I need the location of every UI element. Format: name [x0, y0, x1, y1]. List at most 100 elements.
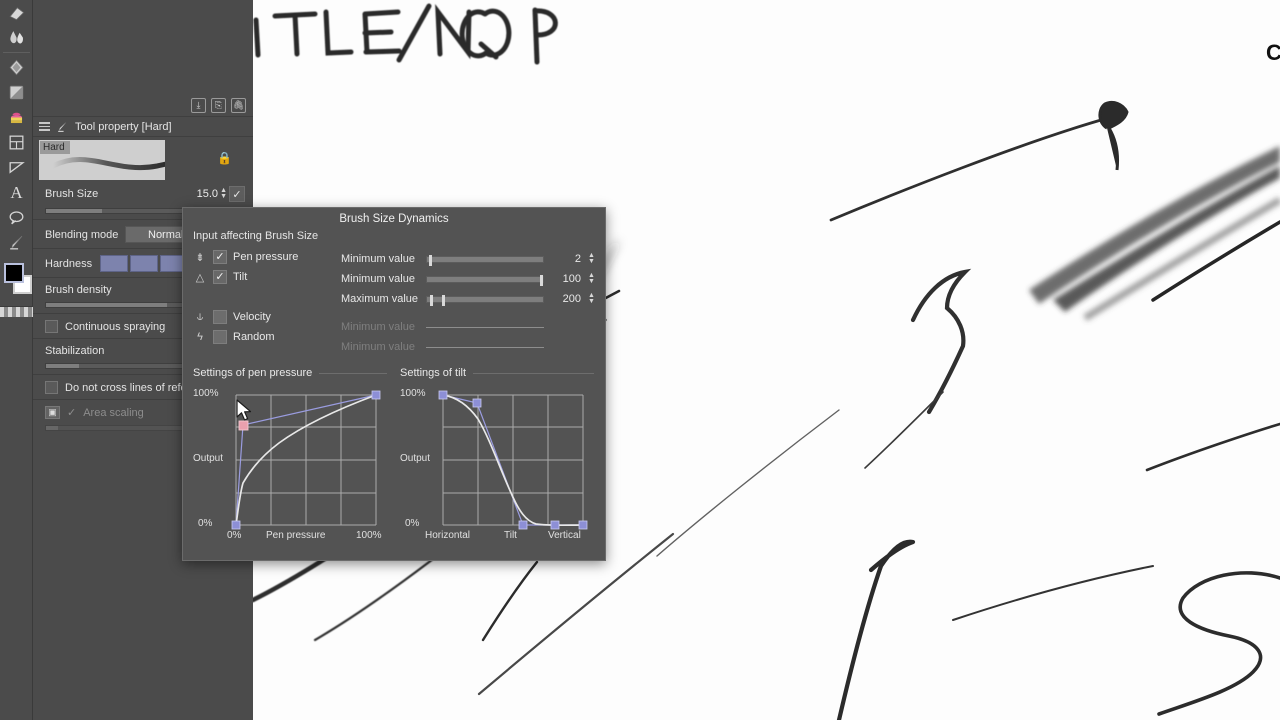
- pen-pressure-graph-title-text: Settings of pen pressure: [193, 367, 313, 379]
- blend-glyph: [10, 31, 23, 44]
- input-row-pen-pressure[interactable]: ⇟ ✓ Pen pressure: [193, 247, 341, 267]
- pen-pressure-ymin-tick: 0%: [198, 518, 213, 529]
- area-scaling-slider[interactable]: [45, 425, 195, 431]
- paperclip-icon[interactable]: 🖇: [231, 98, 246, 113]
- blending-mode-value: Normal: [148, 228, 184, 241]
- tool-palette[interactable]: A: [0, 0, 33, 720]
- pen-pressure-plot-wrap[interactable]: 100% Output 0% 0% Pen pressure 100%: [193, 383, 387, 541]
- tilt-graph[interactable]: Settings of tilt 100% Output 0% Horizont…: [400, 367, 594, 541]
- class101-watermark: CLASS101: [1266, 40, 1280, 65]
- brush-density-slider[interactable]: [45, 302, 195, 308]
- tilt-min-slider[interactable]: [426, 274, 544, 286]
- app-window: CLASS101: [0, 0, 1280, 720]
- area-scaling-expand-icon[interactable]: ▣: [45, 406, 60, 419]
- brush-size-slider[interactable]: [45, 208, 195, 214]
- pen-pressure-graph[interactable]: Settings of pen pressure 100% Output 0% …: [193, 367, 387, 541]
- frame-border-icon[interactable]: [0, 130, 33, 155]
- ruler-glyph: [9, 162, 25, 174]
- ruler-icon[interactable]: [0, 155, 33, 180]
- lock-icon[interactable]: 🔒: [217, 152, 232, 165]
- gradient-icon[interactable]: [0, 55, 33, 80]
- velocity-label: Velocity: [233, 311, 271, 323]
- brush-preview[interactable]: Hard 🔒: [39, 140, 235, 180]
- tilt-checkbox[interactable]: ✓: [213, 270, 227, 284]
- value-slider-column: Minimum value 2 ▲ ▼ Minimum value 100 ▲ …: [341, 230, 595, 357]
- eraser-icon[interactable]: [0, 0, 33, 25]
- toolbar-divider: [3, 52, 30, 53]
- input-section-header: Input affecting Brush Size: [193, 230, 341, 242]
- value-row-tilt-max[interactable]: Maximum value 200 ▲ ▼: [341, 289, 595, 309]
- fill-glyph: [9, 85, 24, 100]
- tilt-xtick-vertical: Vertical: [548, 530, 581, 541]
- input-row-random[interactable]: ϟ Random: [193, 327, 341, 347]
- tilt-ylabel: Output: [400, 453, 431, 464]
- panel-menu-icon[interactable]: [39, 122, 50, 131]
- panel-title-bar[interactable]: Tool property [Hard]: [33, 117, 253, 137]
- velocity-min-slider: [426, 326, 544, 328]
- color-swatches[interactable]: [0, 261, 33, 303]
- tilt-icon: △: [195, 271, 205, 284]
- text-icon[interactable]: A: [0, 180, 33, 205]
- panel-header-icons[interactable]: ⤓ ⎘ 🖇: [33, 95, 253, 117]
- tilt-plot-wrap[interactable]: 100% Output 0% Horizontal Tilt Vertical: [400, 383, 594, 541]
- tilt-ymin-tick: 0%: [405, 518, 420, 529]
- value-row-random-min: Minimum value: [341, 337, 595, 357]
- pen-pressure-checkbox[interactable]: ✓: [213, 250, 227, 264]
- tilt-max-label: Maximum value: [341, 293, 419, 305]
- brush-size-value-box[interactable]: 15.0 ▲ ▼ ✓: [197, 186, 245, 202]
- brush-size-dynamics-dialog[interactable]: Brush Size Dynamics Input affecting Brus…: [182, 207, 606, 561]
- tilt-xtick-tilt: Tilt: [504, 530, 517, 541]
- continuous-spraying-checkbox[interactable]: [45, 320, 58, 333]
- velocity-icon: ⫝: [196, 310, 204, 323]
- blend-icon[interactable]: [0, 25, 33, 50]
- input-row-velocity[interactable]: ⫝ Velocity: [193, 307, 341, 327]
- import-icon[interactable]: ⤓: [191, 98, 206, 113]
- curve-graphs: Settings of pen pressure 100% Output 0% …: [193, 367, 595, 541]
- eraser-glyph: [9, 7, 25, 21]
- hardness-swatch[interactable]: [130, 255, 159, 272]
- pen-pressure-xmax-tick: 100%: [356, 530, 382, 541]
- tilt-min-stepper[interactable]: ▲ ▼: [588, 272, 595, 285]
- pen-pressure-min-stepper[interactable]: ▲ ▼: [588, 252, 595, 265]
- pen-glyph: [10, 235, 23, 250]
- do-not-cross-checkbox[interactable]: [45, 381, 58, 394]
- pen-pressure-min-slider[interactable]: [426, 254, 544, 266]
- fill-icon[interactable]: [0, 80, 33, 105]
- area-scaling-check-icon[interactable]: ✓: [67, 406, 76, 419]
- decoration-glyph: [10, 112, 23, 124]
- tilt-min-value: 100: [562, 273, 581, 285]
- brush-density-label: Brush density: [45, 284, 112, 296]
- pen-icon[interactable]: [0, 230, 33, 255]
- brush-size-label: Brush Size: [45, 188, 99, 200]
- input-row-tilt[interactable]: △ ✓ Tilt: [193, 267, 341, 287]
- tilt-graph-title: Settings of tilt: [400, 367, 594, 379]
- register-icon[interactable]: ⎘: [211, 98, 226, 113]
- tilt-ymax-tick: 100%: [400, 388, 426, 399]
- random-label: Random: [233, 331, 275, 343]
- brush-size-stepper[interactable]: ▲ ▼: [220, 187, 227, 200]
- brush-size-dynamics-toggle[interactable]: ✓: [229, 186, 245, 202]
- velocity-checkbox[interactable]: [213, 310, 227, 324]
- tilt-graph-title-text: Settings of tilt: [400, 367, 467, 379]
- stabilization-slider[interactable]: [45, 363, 195, 369]
- hardness-swatch[interactable]: [100, 255, 129, 272]
- value-row-velocity-min: Minimum value: [341, 317, 595, 337]
- pen-pressure-xmin-tick: 0%: [227, 530, 242, 541]
- tilt-max-value: 200: [562, 293, 581, 305]
- pen-pressure-xlabel: Pen pressure: [266, 530, 326, 541]
- tilt-max-slider[interactable]: [426, 294, 544, 306]
- value-row-pen-pressure-min[interactable]: Minimum value 2 ▲ ▼: [341, 249, 595, 269]
- pen-pressure-label: Pen pressure: [233, 251, 299, 263]
- value-row-tilt-min[interactable]: Minimum value 100 ▲ ▼: [341, 269, 595, 289]
- pen-pressure-icon: ⇟: [195, 251, 205, 264]
- balloon-icon[interactable]: [0, 205, 33, 230]
- pen-pressure-graph-title: Settings of pen pressure: [193, 367, 387, 379]
- input-section-label: Input affecting Brush Size: [193, 230, 319, 242]
- decoration-icon[interactable]: [0, 105, 33, 130]
- input-toggle-column: Input affecting Brush Size ⇟ ✓ Pen press…: [193, 230, 341, 357]
- random-checkbox[interactable]: [213, 330, 227, 344]
- foreground-color-swatch[interactable]: [4, 263, 24, 283]
- tilt-max-stepper[interactable]: ▲ ▼: [588, 292, 595, 305]
- transparent-color-swatch[interactable]: [0, 306, 33, 317]
- pen-pressure-min-label: Minimum value: [341, 253, 415, 265]
